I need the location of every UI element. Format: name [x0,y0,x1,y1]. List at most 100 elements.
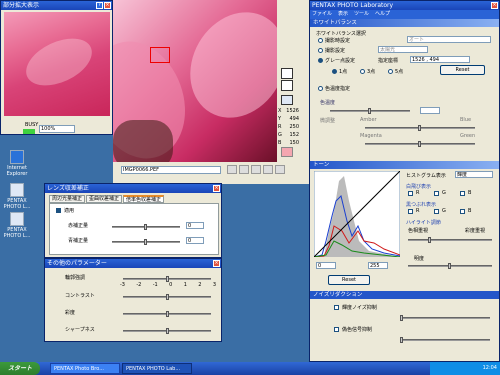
black-g-checkbox[interactable] [434,209,439,214]
slider-thumb[interactable] [144,239,147,245]
readout-x: X 1526 [278,108,299,114]
task-lab[interactable]: PENTAX PHOTO Lab... [122,363,192,374]
param-sharpness-slider[interactable] [123,276,211,282]
wb-radio-shot[interactable] [318,38,323,43]
slider-thumb[interactable] [368,108,371,114]
slider-thumb[interactable] [166,328,169,334]
slider-thumb[interactable] [418,141,421,147]
filename-select[interactable]: IMGP0066.PEF [121,166,221,174]
lab-titlebar: PENTAX PHOTO Laboratory × [310,1,499,10]
params-title: その他のパラメーター [47,260,107,267]
slider-thumb[interactable] [166,294,169,300]
slider-thumb[interactable] [448,263,451,269]
param-saturation-slider[interactable] [123,311,211,317]
white-g-checkbox[interactable] [434,191,439,196]
slider-thumb[interactable] [144,224,147,230]
busy-label: BUSY [25,122,39,128]
luma-noise-slider[interactable] [400,315,490,321]
black-r-checkbox[interactable] [408,209,413,214]
white-r-checkbox[interactable] [408,191,413,196]
zoom-select[interactable]: 100% [39,125,75,133]
slider-thumb[interactable] [400,337,403,343]
desktop-icon-ie[interactable]: Internet Explorer [2,150,32,177]
task-browser[interactable]: PENTAX Photo Bro... [50,363,120,374]
params-window: その他のパラメーター × 輪郭強調 -3 -2 -1 0 1 2 3 コントラスト 彩度 シャ… [44,258,222,342]
wb-radio-gray[interactable] [318,58,323,63]
fit-icon[interactable] [281,80,293,91]
tone-section-header[interactable]: トーン [310,161,499,169]
help-icon[interactable]: ? [96,2,103,9]
wb-auto-select[interactable]: オート [407,36,491,43]
wb-coord-select[interactable]: 1526 , 494 [410,56,470,63]
desktop-icon-pentax-1[interactable]: PENTAX PHOTO L... [2,183,32,210]
tone-hue-sat-slider[interactable] [408,237,492,243]
zoom-region-rect[interactable] [150,47,170,63]
tone-reset-button[interactable]: Reset [328,275,370,285]
slider-thumb[interactable] [418,125,421,131]
menu-view[interactable]: 表示 [338,10,348,19]
nav-back-icon[interactable] [239,165,249,174]
tone-bright-slider[interactable] [408,263,492,269]
wb-radio-5pt[interactable] [388,69,393,74]
slider-thumb[interactable] [428,237,431,243]
scale-tick: -3 [120,282,125,288]
param-sharp2-slider[interactable] [123,328,211,334]
menu-tools[interactable]: ツール [354,10,369,19]
wb-amber-blue-slider[interactable] [365,125,475,131]
black-b-checkbox[interactable] [460,209,465,214]
tab-vignette[interactable]: 周辺光量補正 [49,195,86,203]
wb-radio-1pt[interactable] [332,69,337,74]
wb-sun-select[interactable]: 太陽光 [378,46,428,53]
taskbar: スタート PENTAX Photo Bro... PENTAX PHOTO La… [0,362,500,375]
magnifier-icon[interactable] [281,95,293,105]
desktop-icon-pentax-2[interactable]: PENTAX PHOTO L... [2,212,32,239]
close-icon[interactable]: × [213,260,220,267]
lens-apply-checkbox[interactable] [56,208,61,213]
rotate-icon[interactable] [281,68,293,79]
start-button[interactable]: スタート [0,362,40,375]
lens-blue-slider[interactable] [112,239,180,245]
chroma-noise-checkbox[interactable] [334,327,339,332]
tone-left-value[interactable]: 0 [316,262,336,269]
slider-thumb[interactable] [166,276,169,282]
nav-next-icon[interactable] [251,165,261,174]
pentax-app-icon [10,183,24,197]
close-icon[interactable]: × [491,2,498,9]
nav-end-icon[interactable] [275,165,285,174]
param-contrast-slider[interactable] [123,294,211,300]
nav-last-icon[interactable] [263,165,273,174]
lens-red-slider[interactable] [112,224,180,230]
wb-radio-preset[interactable] [318,48,323,53]
menu-file[interactable]: ファイル [312,10,332,19]
slider-thumb[interactable] [166,311,169,317]
scale-tick: 1 [183,282,187,288]
slider-thumb[interactable] [400,315,403,321]
wb-temp-value[interactable] [420,107,440,114]
wb-radio-temp[interactable] [318,86,323,91]
tab-distortion[interactable]: 歪曲収差補正 [86,195,123,203]
nav-prev-icon[interactable] [227,165,237,174]
wb-reset-button[interactable]: Reset [440,65,485,75]
petal-right [171,0,277,136]
lens-blue-value[interactable]: 0 [186,237,204,244]
readout-value: 152 [289,132,299,138]
luma-noise-checkbox[interactable] [334,305,339,310]
wb-radio-3pt[interactable] [360,69,365,74]
tone-right-value[interactable]: 255 [368,262,388,269]
tone-curve-histogram[interactable] [314,171,400,257]
wb-temp-slider[interactable] [330,108,410,114]
color-swatch [281,147,293,157]
chroma-noise-slider[interactable] [400,337,490,343]
close-icon[interactable]: × [213,185,220,192]
noise-section-header[interactable]: ノイズリダクション [310,291,499,299]
tone-hist-select[interactable]: 輝度 [455,171,493,178]
tone-highlight-label: ハイライト調節 [406,220,441,226]
menu-help[interactable]: ヘルプ [375,10,390,19]
tab-chromatic[interactable]: 倍率色収差補正 [123,195,165,203]
wb-option-label: 撮影設定 [325,48,346,54]
white-b-checkbox[interactable] [460,191,465,196]
lens-red-value[interactable]: 0 [186,222,204,229]
close-icon[interactable]: × [104,2,111,9]
wb-section-header[interactable]: ホワイトバランス [310,19,499,27]
wb-magenta-green-slider[interactable] [365,141,475,147]
